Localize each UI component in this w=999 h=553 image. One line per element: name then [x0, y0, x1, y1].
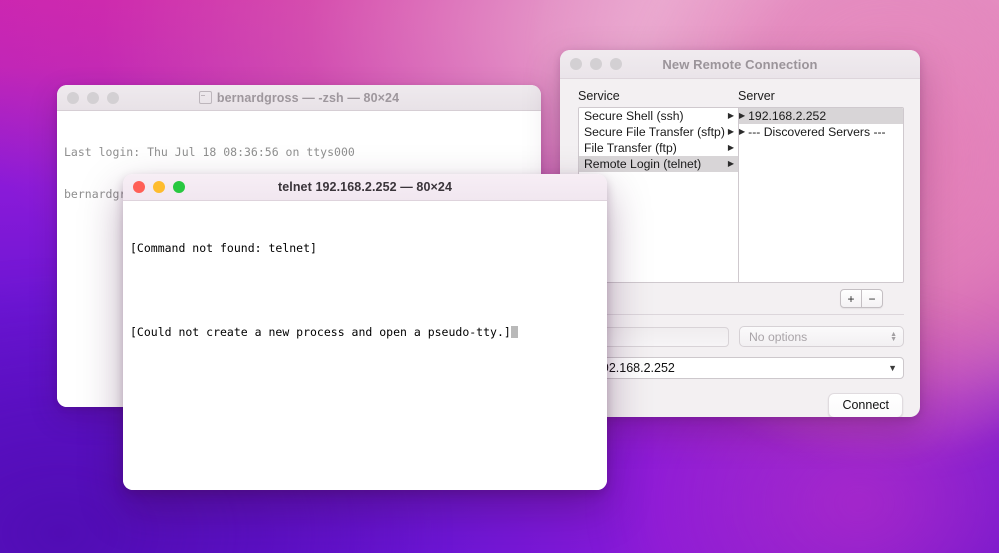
service-label: File Transfer (ftp)	[584, 140, 677, 156]
chevron-right-icon[interactable]: ▶	[739, 128, 745, 136]
list-item[interactable]: Secure Shell (ssh) ▶	[579, 108, 738, 124]
section-divider	[578, 314, 904, 315]
command-combo-box[interactable]: t 192.168.2.252 ▼	[578, 357, 904, 379]
minimize-button[interactable]	[590, 58, 602, 70]
add-server-button[interactable]: +	[841, 290, 861, 307]
window-title-zsh-text: bernardgross — -zsh — 80×24	[217, 91, 399, 105]
connect-button[interactable]: Connect	[828, 393, 903, 417]
server-label: 192.168.2.252	[748, 108, 899, 124]
new-remote-connection-dialog[interactable]: New Remote Connection Service Server Sec…	[560, 50, 920, 417]
window-title-telnet: telnet 192.168.2.252 — 80×24	[123, 180, 607, 194]
chevron-right-icon[interactable]: ▶	[739, 112, 745, 120]
service-column-header: Service	[578, 89, 738, 103]
titlebar-zsh[interactable]: bernardgross — -zsh — 80×24	[57, 85, 541, 111]
titlebar-telnet[interactable]: telnet 192.168.2.252 — 80×24	[123, 174, 607, 201]
server-label: --- Discovered Servers ---	[748, 124, 899, 140]
chevron-down-icon[interactable]: ▼	[888, 363, 897, 373]
titlebar-dialog[interactable]: New Remote Connection	[560, 50, 920, 79]
list-item-selected[interactable]: Remote Login (telnet) ▶	[579, 156, 738, 172]
server-list[interactable]: ▶ 192.168.2.252 ▶ --- Discovered Servers…	[739, 108, 903, 282]
chevron-right-icon[interactable]: ▶	[728, 128, 734, 136]
list-item[interactable]: Secure File Transfer (sftp) ▶	[579, 124, 738, 140]
service-label: Remote Login (telnet)	[584, 156, 701, 172]
list-item[interactable]: File Transfer (ftp) ▶	[579, 140, 738, 156]
terminal-icon	[199, 91, 212, 104]
add-remove-bar: + −	[578, 283, 904, 314]
user-options-row: No options ▲▼	[578, 326, 904, 347]
minimize-button[interactable]	[153, 181, 165, 193]
stepper-arrows-icon: ▲▼	[890, 332, 897, 342]
chevron-right-icon[interactable]: ▶	[728, 160, 734, 168]
remove-server-button[interactable]: −	[861, 290, 882, 307]
options-popup-button[interactable]: No options ▲▼	[739, 326, 904, 347]
chevron-right-icon[interactable]: ▶	[728, 144, 734, 152]
service-label: Secure File Transfer (sftp)	[584, 124, 725, 140]
dialog-footer: Connect	[578, 393, 904, 417]
window-controls-telnet[interactable]	[133, 181, 185, 193]
list-item[interactable]: ▶ --- Discovered Servers ---	[739, 124, 903, 140]
terminal-line-text: [Could not create a new process and open…	[130, 325, 511, 339]
terminal-output-telnet[interactable]: [Command not found: telnet] [Could not c…	[123, 201, 607, 490]
close-button[interactable]	[133, 181, 145, 193]
zoom-button[interactable]	[610, 58, 622, 70]
service-server-lists: Secure Shell (ssh) ▶ Secure File Transfe…	[578, 107, 904, 283]
terminal-window-telnet[interactable]: telnet 192.168.2.252 — 80×24 [Command no…	[123, 174, 607, 490]
terminal-line: Last login: Thu Jul 18 08:36:56 on ttys0…	[64, 145, 535, 159]
terminal-cursor	[511, 326, 518, 338]
window-title-zsh: bernardgross — -zsh — 80×24	[57, 91, 541, 105]
close-button[interactable]	[570, 58, 582, 70]
chevron-right-icon[interactable]: ▶	[728, 112, 734, 120]
zoom-button[interactable]	[107, 92, 119, 104]
terminal-line-blank	[130, 283, 601, 297]
minimize-button[interactable]	[87, 92, 99, 104]
window-controls-dialog[interactable]	[570, 58, 622, 70]
close-button[interactable]	[67, 92, 79, 104]
add-remove-segmented-control[interactable]: + −	[840, 289, 883, 308]
server-column-header: Server	[738, 89, 904, 103]
zoom-button[interactable]	[173, 181, 185, 193]
column-headers: Service Server	[578, 89, 904, 103]
options-popup-label: No options	[749, 330, 807, 344]
dialog-body: Service Server Secure Shell (ssh) ▶ Secu…	[560, 79, 920, 417]
list-item-selected[interactable]: ▶ 192.168.2.252	[739, 108, 903, 124]
service-label: Secure Shell (ssh)	[584, 108, 684, 124]
window-controls-zsh[interactable]	[67, 92, 119, 104]
terminal-line-cursor: [Could not create a new process and open…	[130, 325, 601, 339]
terminal-line: [Command not found: telnet]	[130, 241, 601, 255]
